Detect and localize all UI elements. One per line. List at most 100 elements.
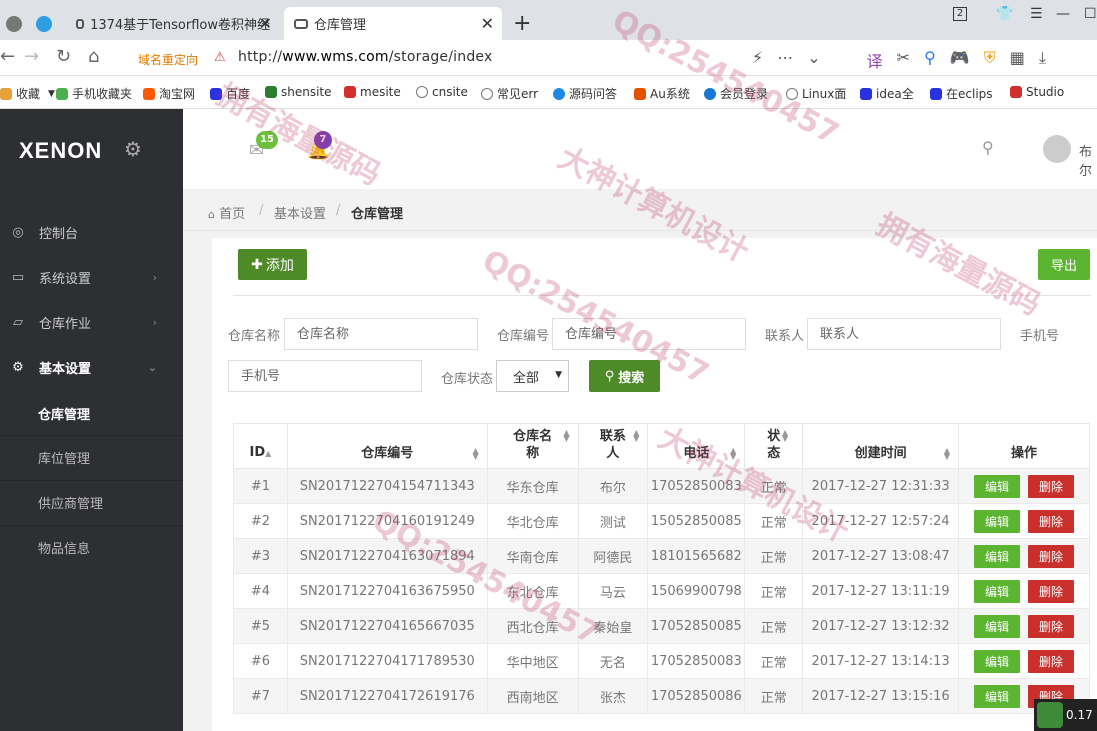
bookmark-item[interactable]: idea全 (860, 85, 914, 102)
cell-contact: 马云 (577, 573, 649, 609)
bookmark-item[interactable]: 常见err (481, 85, 538, 102)
bookmark-item[interactable]: 源码问答 (553, 85, 617, 102)
bookmark-item[interactable]: Au系统 (634, 85, 690, 102)
settings-gear-icon[interactable]: ⚙ (124, 137, 142, 161)
shirt-icon[interactable]: 👕 (996, 6, 1013, 22)
add-button[interactable]: ✚ 添加 (238, 249, 307, 280)
column-header-created[interactable]: 创建时间 ▲ ▼ (802, 423, 960, 469)
bookmark-label: 源码问答 (569, 87, 618, 101)
delete-button[interactable]: 删除 (1028, 509, 1075, 533)
translate-icon[interactable]: 译 (867, 48, 883, 72)
cell-phone: 17052850083 (647, 468, 746, 504)
sidebar-item-system-settings[interactable]: ▭ 系统设置 › (0, 255, 183, 299)
column-header-status[interactable]: 状态 ▲ ▼ (744, 423, 804, 469)
delete-button[interactable]: 删除 (1028, 544, 1075, 568)
edit-button[interactable]: 编辑 (974, 509, 1021, 533)
bookmark-item[interactable]: 手机收藏夹 (56, 85, 132, 102)
bookmark-item[interactable]: 百度 (210, 85, 250, 102)
column-header-phone[interactable]: 电话 ▲ ▼ (647, 423, 746, 469)
breadcrumb-basic-settings[interactable]: 基本设置 (274, 203, 326, 222)
browser-profile-icon[interactable] (0, 7, 30, 40)
chevron-down-icon: ▼ (48, 88, 55, 99)
shield-icon[interactable]: ⛨ (984, 48, 996, 72)
bookmark-item[interactable]: 收藏 ▼ (0, 85, 55, 102)
bookmark-item[interactable]: 淘宝网 (143, 85, 195, 102)
delete-button[interactable]: 删除 (1028, 474, 1075, 498)
home-icon[interactable]: ⌂ (88, 46, 99, 67)
delete-button[interactable]: 删除 (1028, 579, 1075, 603)
column-header-id[interactable]: ID▲ (233, 423, 288, 469)
user-name[interactable]: 布尔 (1079, 141, 1097, 179)
column-header-code[interactable]: 仓库编号 ▲ ▼ (286, 423, 488, 469)
telegram-icon[interactable] (30, 7, 58, 40)
search-ext-icon[interactable]: ⚲ (924, 48, 936, 72)
tab-tensorflow[interactable]: 1374基于Tensorflow卷积神经 ✕ (66, 7, 280, 40)
forward-icon[interactable]: → (24, 46, 39, 67)
sidebar-subitem-location[interactable]: 库位管理 (0, 435, 183, 479)
phone-input[interactable] (228, 360, 422, 392)
bookmark-item[interactable]: shensite (265, 85, 332, 99)
game-icon[interactable]: 🎮 (950, 48, 970, 72)
warehouse-name-input[interactable] (284, 318, 478, 350)
insecure-icon[interactable]: ⚠ (214, 50, 226, 65)
new-tab-icon[interactable]: + (513, 11, 531, 36)
bookmark-item[interactable]: cnsite (416, 85, 468, 99)
maximize-icon[interactable]: ☐ (1084, 6, 1097, 22)
chevron-down-icon[interactable]: ⌄ (807, 48, 820, 72)
bookmark-label: cnsite (432, 85, 468, 99)
lightning-icon[interactable]: ⚡ (752, 48, 763, 72)
edit-button[interactable]: 编辑 (974, 474, 1021, 498)
column-header-label: ID (249, 445, 266, 460)
edit-button[interactable]: 编辑 (974, 684, 1021, 708)
floating-widget[interactable]: 0.17 (1034, 699, 1097, 731)
sidebar-item-warehouse-ops[interactable]: ▱ 仓库作业 › (0, 300, 183, 344)
reload-icon[interactable]: ↻ (56, 46, 71, 67)
bookmark-item[interactable]: 会员登录 (704, 85, 768, 102)
cell-phone: 15052850085 (647, 503, 746, 539)
more-icon[interactable]: ⋯ (777, 48, 793, 72)
warehouse-status-select[interactable]: 全部 ▼ (496, 360, 569, 392)
search-icon[interactable]: ⚲ (982, 138, 994, 157)
cell-status: 正常 (744, 608, 804, 644)
minimize-icon[interactable]: — (1056, 6, 1070, 22)
sidebar-item-dashboard[interactable]: ◎ 控制台 (0, 210, 183, 254)
bookmark-item[interactable]: mesite (344, 85, 401, 99)
tab-close-icon[interactable]: ✕ (259, 14, 272, 33)
edit-button[interactable]: 编辑 (974, 649, 1021, 673)
sidebar-subitem-warehouse[interactable]: 仓库管理 (0, 391, 183, 435)
edit-button[interactable]: 编辑 (974, 614, 1021, 638)
download-icon[interactable]: ⤓ (1039, 48, 1046, 72)
edit-button[interactable]: 编辑 (974, 579, 1021, 603)
export-button[interactable]: 导出 (1038, 249, 1090, 280)
url-field[interactable]: http://www.wms.com/storage/index (238, 49, 492, 65)
bookmark-item[interactable]: 在eclips (930, 85, 993, 102)
search-button[interactable]: ⚲ 搜索 (589, 360, 660, 392)
apps-icon[interactable]: ▦ (1010, 48, 1025, 72)
scissors-icon[interactable]: ✂ (897, 48, 910, 72)
warehouse-code-input[interactable] (552, 318, 746, 350)
delete-button[interactable]: 删除 (1028, 649, 1075, 673)
column-header-contact[interactable]: 联系人 ▲ ▼ (577, 423, 649, 469)
bookmark-item[interactable]: Linux面 (786, 85, 846, 102)
back-icon[interactable]: ← (0, 46, 15, 67)
tab-storage[interactable]: 仓库管理 ✕ (284, 7, 502, 40)
redirect-label[interactable]: 域名重定向 (138, 51, 198, 68)
sidebar-subitem-supplier[interactable]: 供应商管理 (0, 480, 183, 524)
edit-button[interactable]: 编辑 (974, 544, 1021, 568)
tab-favicon-icon (294, 18, 308, 29)
avatar[interactable] (1043, 135, 1071, 163)
tag-icon: ▱ (13, 314, 23, 330)
sidebar-item-basic-settings[interactable]: ⚙ 基本设置 ⌄ (0, 345, 183, 389)
tab-close-icon[interactable]: ✕ (481, 14, 494, 33)
warehouse-name-label: 仓库名称 (228, 329, 281, 344)
bookmark-label: idea全 (876, 87, 914, 101)
app-logo[interactable]: XENON (19, 138, 102, 164)
sidebar-subitem-items[interactable]: 物品信息 (0, 525, 183, 569)
menu-icon[interactable]: ☰ (1030, 6, 1043, 22)
contact-input[interactable] (807, 318, 1001, 350)
delete-button[interactable]: 删除 (1028, 614, 1075, 638)
tab-count-badge[interactable]: 2 (953, 7, 967, 21)
bookmark-item[interactable]: Studio (1010, 85, 1064, 99)
column-header-name[interactable]: 仓库名称 ▲ ▼ (486, 423, 579, 469)
breadcrumb-home[interactable]: ⌂ 首页 (208, 203, 245, 222)
